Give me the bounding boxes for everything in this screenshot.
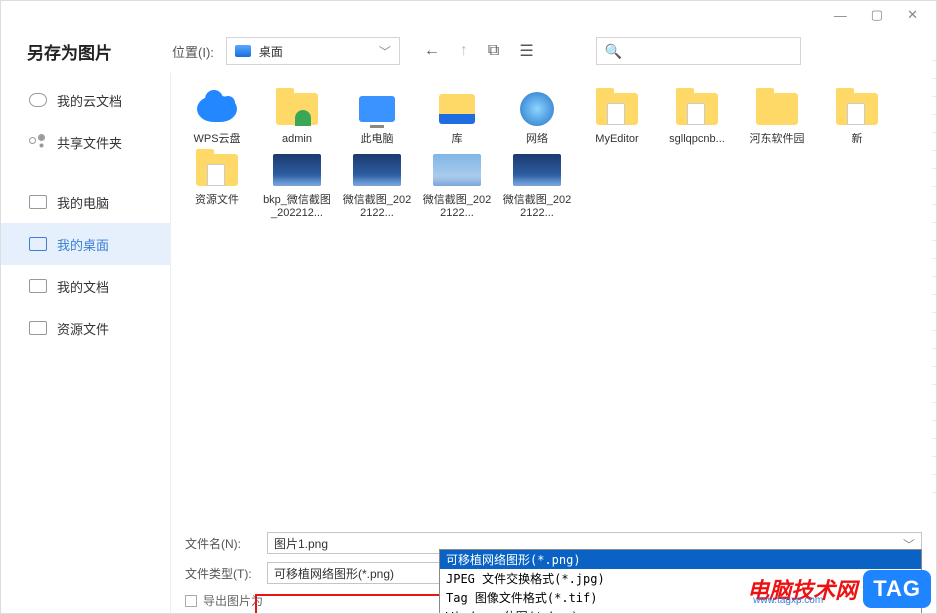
search-input[interactable]: 🔍 [596, 37, 801, 65]
body: 我的云文档 共享文件夹 我的电脑 我的桌面 我的文档 资源文件 [1, 73, 936, 613]
sidebar-item-shared[interactable]: 共享文件夹 [1, 121, 170, 163]
file-label: 库 [452, 133, 463, 146]
file-item-image[interactable]: 微信截图_2022122... [341, 150, 413, 220]
file-item-thispc[interactable]: 此电脑 [341, 89, 413, 146]
file-label: 微信截图_2022122... [501, 194, 573, 220]
share-icon [29, 135, 47, 149]
cloud-icon [29, 93, 47, 107]
file-label: admin [282, 133, 312, 146]
file-browser: WPS云盘 admin 此电脑 库 网络 [171, 73, 936, 613]
folder-icon [676, 93, 718, 125]
folder-icon [196, 154, 238, 186]
dropdown-option-png[interactable]: 可移植网络图形(*.png) [440, 550, 921, 569]
sidebar-item-resources[interactable]: 资源文件 [1, 307, 170, 349]
document-icon [29, 279, 47, 293]
nav-icons: ← ↑ ⧉ ☰ [424, 41, 534, 61]
file-label: MyEditor [595, 133, 638, 146]
header-row: 另存为图片 位置(I): 桌面 ﹀ ← ↑ ⧉ ☰ 🔍 [1, 29, 936, 73]
pc-icon [29, 195, 47, 209]
view-icon[interactable]: ☰ [519, 41, 533, 61]
sidebar-item-label: 共享文件夹 [57, 133, 122, 152]
location-label: 位置(I): [172, 42, 214, 61]
file-item-image[interactable]: 微信截图_2022122... [421, 150, 493, 220]
sidebar-item-label: 我的电脑 [57, 193, 109, 212]
sidebar: 我的云文档 共享文件夹 我的电脑 我的桌面 我的文档 资源文件 [1, 73, 171, 613]
folder-icon [836, 93, 878, 125]
file-label: bkp_微信截图_202212... [261, 194, 333, 220]
sidebar-item-label: 资源文件 [57, 319, 109, 338]
sidebar-item-label: 我的云文档 [57, 91, 122, 110]
file-label: 资源文件 [195, 194, 239, 207]
desktop-icon [29, 237, 47, 251]
file-item-new[interactable]: 新 [821, 89, 893, 146]
watermark-url: www.tagxp.com [753, 595, 823, 606]
filename-label: 文件名(N): [185, 535, 259, 552]
folder-icon [596, 93, 638, 125]
file-label: 微信截图_2022122... [421, 194, 493, 220]
file-item-resources[interactable]: 资源文件 [181, 150, 253, 220]
file-item-image[interactable]: bkp_微信截图_202212... [261, 150, 333, 220]
file-item-library[interactable]: 库 [421, 89, 493, 146]
desktop-icon [235, 45, 251, 57]
dialog-title: 另存为图片 [27, 39, 112, 64]
watermark-tag: TAG [863, 570, 931, 608]
file-label: 新 [852, 133, 863, 146]
chevron-down-icon: ﹀ [379, 43, 391, 60]
watermark: 电脑技术网 www.tagxp.com TAG [747, 570, 931, 608]
folder-icon [756, 93, 798, 125]
close-icon[interactable]: ✕ [907, 7, 918, 23]
file-item-wps[interactable]: WPS云盘 [181, 89, 253, 146]
export-checkbox[interactable] [185, 595, 197, 607]
file-label: WPS云盘 [193, 133, 240, 146]
location-value: 桌面 [259, 43, 371, 60]
file-label: sgllqpcnb... [669, 133, 725, 146]
sidebar-item-mypc[interactable]: 我的电脑 [1, 181, 170, 223]
ruler-edge [932, 60, 937, 494]
file-item-network[interactable]: 网络 [501, 89, 573, 146]
computer-icon [359, 96, 395, 122]
library-icon [439, 94, 475, 124]
file-label: 微信截图_2022122... [341, 194, 413, 220]
file-grid[interactable]: WPS云盘 admin 此电脑 库 网络 [171, 73, 936, 237]
filename-value: 图片1.png [274, 535, 328, 552]
folder-icon [29, 321, 47, 335]
titlebar: — ▢ ✕ [1, 1, 936, 29]
network-icon [520, 92, 554, 126]
location-dropdown[interactable]: 桌面 ﹀ [226, 37, 400, 65]
file-label: 河东软件园 [750, 133, 805, 146]
back-icon[interactable]: ← [424, 42, 440, 60]
sidebar-item-mydocs[interactable]: 我的文档 [1, 265, 170, 307]
file-item-hedong[interactable]: 河东软件园 [741, 89, 813, 146]
maximize-icon[interactable]: ▢ [871, 7, 883, 23]
image-thumbnail-icon [513, 154, 561, 186]
filetype-value: 可移植网络图形(*.png) [274, 565, 394, 582]
file-label: 此电脑 [361, 133, 394, 146]
file-label: 网络 [526, 133, 548, 146]
sidebar-item-label: 我的桌面 [57, 235, 109, 254]
image-thumbnail-icon [273, 154, 321, 186]
filetype-label: 文件类型(T): [185, 565, 259, 582]
image-thumbnail-icon [433, 154, 481, 186]
file-item-sgllqpcnb[interactable]: sgllqpcnb... [661, 89, 733, 146]
sidebar-item-desktop[interactable]: 我的桌面 [1, 223, 170, 265]
file-item-admin[interactable]: admin [261, 89, 333, 146]
sidebar-item-label: 我的文档 [57, 277, 109, 296]
wps-cloud-icon [197, 96, 237, 122]
minimize-icon[interactable]: — [834, 8, 847, 23]
file-item-image[interactable]: 微信截图_2022122... [501, 150, 573, 220]
image-thumbnail-icon [353, 154, 401, 186]
save-as-dialog: — ▢ ✕ 另存为图片 位置(I): 桌面 ﹀ ← ↑ ⧉ ☰ 🔍 我的云文档 [0, 0, 937, 614]
export-label: 导出图片为 [203, 592, 263, 609]
file-item-myeditor[interactable]: MyEditor [581, 89, 653, 146]
sidebar-item-clouddocs[interactable]: 我的云文档 [1, 79, 170, 121]
search-icon: 🔍 [605, 43, 622, 60]
newfolder-icon[interactable]: ⧉ [488, 42, 499, 60]
user-folder-icon [276, 93, 318, 125]
up-icon[interactable]: ↑ [460, 42, 468, 60]
